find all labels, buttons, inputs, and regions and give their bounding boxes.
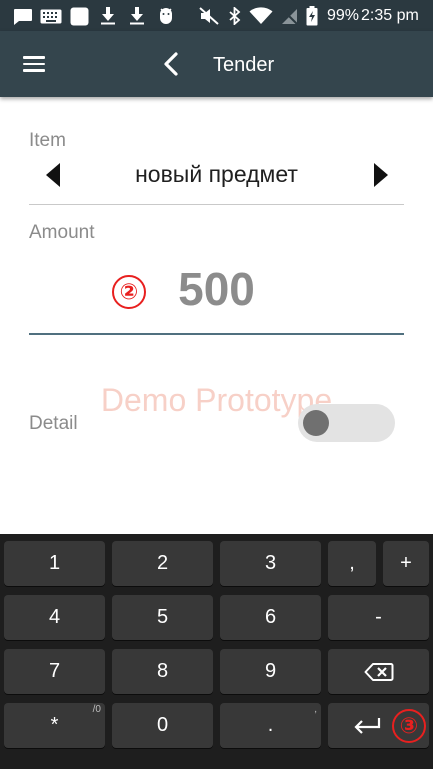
key-2[interactable]: 2 bbox=[112, 541, 213, 586]
key-5[interactable]: 5 bbox=[112, 595, 213, 640]
back-button[interactable] bbox=[156, 47, 190, 81]
key-label: 2 bbox=[156, 552, 169, 574]
key-hint: , bbox=[314, 704, 317, 715]
battery-percent: 99% bbox=[327, 7, 360, 24]
amount-underline bbox=[29, 333, 404, 335]
item-value: новый предмет bbox=[135, 161, 298, 187]
key-asterisk[interactable]: * /0 bbox=[4, 703, 105, 748]
key-label: 1 bbox=[48, 552, 61, 574]
key-8[interactable]: 8 bbox=[112, 649, 213, 694]
key-label: 5 bbox=[156, 606, 169, 628]
status-bar: 99% 2:35 pm bbox=[0, 0, 433, 31]
app-bar: Tender bbox=[0, 31, 433, 97]
bluetooth-icon bbox=[227, 7, 243, 25]
key-3[interactable]: 3 bbox=[220, 541, 321, 586]
key-label: * bbox=[50, 714, 59, 736]
key-label: . bbox=[267, 714, 274, 736]
keyboard-icon bbox=[40, 7, 62, 25]
download-icon bbox=[127, 7, 147, 25]
key-hint: /0 bbox=[92, 704, 101, 715]
detail-toggle[interactable] bbox=[298, 404, 395, 442]
back-chevron-icon bbox=[164, 52, 178, 76]
amount-input[interactable]: 500 bbox=[0, 262, 433, 316]
key-label: 9 bbox=[264, 660, 277, 682]
key-label: 0 bbox=[156, 714, 169, 736]
backspace-icon bbox=[364, 662, 393, 681]
numeric-keyboard: 1 2 3 , + 4 5 6 - 7 8 9 * /0 0 . , ③ bbox=[0, 534, 433, 769]
item-selector: новый предмет bbox=[29, 156, 404, 196]
battery-charging-icon bbox=[305, 6, 319, 26]
item-next-button[interactable] bbox=[365, 160, 395, 190]
key-9[interactable]: 9 bbox=[220, 649, 321, 694]
key-label: , bbox=[349, 552, 355, 574]
step-marker-3: ③ bbox=[392, 709, 426, 743]
key-label: 7 bbox=[48, 660, 61, 682]
square-app-icon bbox=[69, 7, 89, 25]
key-6[interactable]: 6 bbox=[220, 595, 321, 640]
key-label: + bbox=[400, 552, 412, 574]
wifi-icon bbox=[249, 7, 273, 25]
key-label: 6 bbox=[264, 606, 277, 628]
amount-label: Amount bbox=[29, 222, 95, 243]
key-label: - bbox=[375, 606, 382, 628]
triangle-right-icon bbox=[374, 163, 388, 187]
mute-icon bbox=[198, 7, 220, 25]
key-period[interactable]: . , bbox=[220, 703, 321, 748]
item-label: Item bbox=[29, 130, 66, 151]
key-label: 3 bbox=[264, 552, 277, 574]
menu-button[interactable] bbox=[14, 45, 54, 83]
menu-icon-bar bbox=[23, 56, 45, 59]
no-signal-icon bbox=[280, 7, 298, 25]
key-7[interactable]: 7 bbox=[4, 649, 105, 694]
message-icon bbox=[11, 7, 33, 25]
key-minus[interactable]: - bbox=[328, 595, 429, 640]
detail-label: Detail bbox=[29, 413, 78, 434]
key-4[interactable]: 4 bbox=[4, 595, 105, 640]
menu-icon-bar bbox=[23, 62, 45, 66]
key-label: 8 bbox=[156, 660, 169, 682]
item-divider bbox=[29, 204, 404, 205]
enter-icon bbox=[353, 717, 380, 734]
key-1[interactable]: 1 bbox=[4, 541, 105, 586]
key-comma[interactable]: , bbox=[328, 541, 376, 586]
menu-icon-bar bbox=[23, 69, 45, 72]
key-plus[interactable]: + bbox=[383, 541, 429, 586]
key-enter[interactable]: ③ bbox=[328, 703, 429, 748]
toggle-thumb bbox=[303, 410, 329, 436]
android-debug-icon bbox=[156, 7, 176, 25]
key-0[interactable]: 0 bbox=[112, 703, 213, 748]
download-icon bbox=[98, 7, 118, 25]
page-title: Tender bbox=[213, 54, 275, 76]
key-backspace[interactable] bbox=[328, 649, 429, 694]
key-label: 4 bbox=[48, 606, 61, 628]
clock: 2:35 pm bbox=[361, 7, 419, 24]
